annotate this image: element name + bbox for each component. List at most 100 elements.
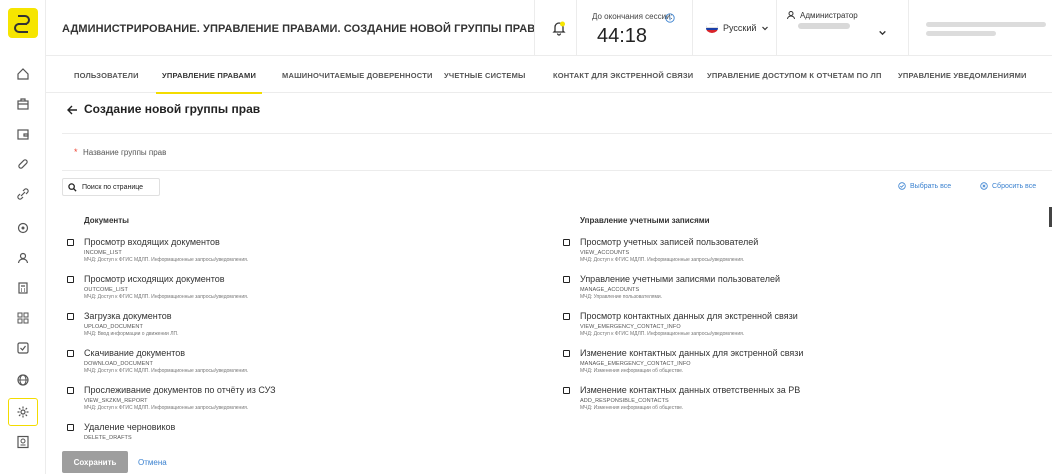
permission-code: ADD_RESPONSIBLE_CONTACTS bbox=[580, 398, 669, 404]
permission-checkbox[interactable] bbox=[563, 239, 570, 246]
permission-checkbox[interactable] bbox=[563, 313, 570, 320]
header-divider bbox=[776, 0, 777, 56]
globe-icon[interactable] bbox=[13, 370, 33, 390]
permission-code: VIEW_ACCOUNTS bbox=[580, 250, 630, 256]
permission-name: Удаление черновиков bbox=[84, 422, 176, 432]
passport-icon[interactable] bbox=[13, 432, 33, 452]
chevron-down-icon[interactable] bbox=[878, 24, 887, 36]
select-all-label: Выбрать все bbox=[910, 182, 952, 190]
user-icon bbox=[787, 11, 795, 20]
permission-description: МЧД: Управление пользователями. bbox=[580, 294, 663, 300]
tab-rights-management[interactable]: УПРАВЛЕНИЕ ПРАВАМИ bbox=[155, 57, 263, 94]
language-select[interactable]: Русский bbox=[706, 23, 769, 33]
language-label: Русский bbox=[723, 23, 757, 33]
header-divider bbox=[692, 0, 693, 56]
clear-circle-icon bbox=[980, 182, 988, 190]
session-label: До окончания сессии: bbox=[592, 12, 673, 21]
group-name-placeholder: Название группы прав bbox=[83, 148, 167, 157]
calculator-icon[interactable] bbox=[13, 278, 33, 298]
permission-checkbox[interactable] bbox=[67, 239, 74, 246]
admin-tabs: ПОЛЬЗОВАТЕЛИ УПРАВЛЕНИЕ ПРАВАМИ МАШИНОЧИ… bbox=[46, 57, 1052, 94]
documents-section-title: Документы bbox=[84, 216, 129, 225]
user-menu[interactable]: Администратор bbox=[786, 10, 858, 29]
permission-description: МЧД: Доступ к ФГИС МДЛП. Информационные … bbox=[84, 405, 249, 411]
permission-checkbox[interactable] bbox=[563, 350, 570, 357]
tab-users[interactable]: ПОЛЬЗОВАТЕЛИ bbox=[74, 57, 139, 93]
russia-flag-icon bbox=[706, 23, 718, 33]
tab-machine-readable-powers[interactable]: МАШИНОЧИТАЕМЫЕ ДОВЕРЕННОСТИ bbox=[282, 57, 433, 93]
permission-code: MANAGE_ACCOUNTS bbox=[580, 287, 640, 293]
user-icon[interactable] bbox=[13, 248, 33, 268]
permission-name: Просмотр входящих документов bbox=[84, 237, 220, 247]
select-all-button[interactable]: Выбрать все bbox=[898, 182, 951, 190]
permission-code: UPLOAD_DOCUMENT bbox=[84, 324, 143, 330]
header-divider bbox=[576, 0, 577, 56]
permission-name: Изменение контактных данных для экстренн… bbox=[580, 348, 804, 358]
checkbox-square-icon[interactable] bbox=[13, 338, 33, 358]
content-title: Создание новой группы прав bbox=[84, 102, 261, 116]
permission-description: МЧД: Доступ к ФГИС МДЛП. Информационные … bbox=[84, 294, 249, 300]
search-label: Поиск по странице bbox=[82, 183, 144, 191]
target-icon[interactable] bbox=[13, 218, 33, 238]
logo-icon bbox=[14, 15, 30, 33]
permission-code: MANAGE_EMERGENCY_CONTACT_INFO bbox=[580, 361, 691, 367]
permission-name: Изменение контактных данных ответственны… bbox=[580, 385, 801, 395]
settings-icon[interactable] bbox=[8, 398, 38, 426]
permission-code: DELETE_DRAFTS bbox=[84, 435, 132, 441]
permission-checkbox[interactable] bbox=[563, 276, 570, 283]
home-icon[interactable] bbox=[13, 64, 33, 84]
user-role: Администратор bbox=[800, 10, 858, 20]
permission-code: OUTCOME_LIST bbox=[84, 287, 128, 293]
permission-name: Просмотр контактных данных для экстренно… bbox=[580, 311, 798, 321]
header-divider bbox=[908, 0, 909, 56]
notification-bell-icon[interactable] bbox=[551, 20, 567, 36]
tab-emergency-contact[interactable]: КОНТАКТ ДЛЯ ЭКСТРЕННОЙ СВЯЗИ bbox=[553, 57, 693, 93]
info-icon[interactable] bbox=[665, 10, 675, 23]
permission-description: МЧД: Доступ к ФГИС МДЛП. Информационные … bbox=[84, 368, 249, 374]
briefcase-icon[interactable] bbox=[13, 94, 33, 114]
permission-name: Скачивание документов bbox=[84, 348, 186, 358]
save-button[interactable]: Сохранить bbox=[62, 451, 128, 473]
permission-code: DOWNLOAD_DOCUMENT bbox=[84, 361, 153, 367]
reset-all-label: Сбросить все bbox=[992, 182, 1037, 190]
tab-report-access[interactable]: УПРАВЛЕНИЕ ДОСТУПОМ К ОТЧЕТАМ ПО ЛП bbox=[707, 57, 882, 93]
permission-checkbox[interactable] bbox=[67, 313, 74, 320]
cancel-link[interactable]: Отмена bbox=[138, 458, 167, 467]
app-logo[interactable] bbox=[8, 8, 38, 38]
permission-name: Прослеживание документов по отчёту из СУ… bbox=[84, 385, 276, 395]
header: АДМИНИСТРИРОВАНИЕ. УПРАВЛЕНИЕ ПРАВАМИ. С… bbox=[46, 0, 1052, 56]
required-asterisk: * bbox=[74, 147, 78, 157]
grid-icon[interactable] bbox=[13, 308, 33, 328]
permission-checkbox[interactable] bbox=[67, 276, 74, 283]
permission-code: VIEW_EMERGENCY_CONTACT_INFO bbox=[580, 324, 681, 330]
wallet-icon[interactable] bbox=[13, 124, 33, 144]
page-title: АДМИНИСТРИРОВАНИЕ. УПРАВЛЕНИЕ ПРАВАМИ. С… bbox=[62, 23, 536, 35]
organization-redacted[interactable] bbox=[926, 22, 1046, 40]
tab-accounting-systems[interactable]: УЧЕТНЫЕ СИСТЕМЫ bbox=[444, 57, 526, 93]
permission-name: Управление учетными записями пользовател… bbox=[580, 274, 780, 284]
user-name-redacted bbox=[798, 23, 850, 29]
permission-name: Загрузка документов bbox=[84, 311, 172, 321]
app-root: АДМИНИСТРИРОВАНИЕ. УПРАВЛЕНИЕ ПРАВАМИ. С… bbox=[0, 0, 1052, 474]
permission-description: МЧД: Ввод информации о движении ЛП. bbox=[84, 331, 179, 337]
back-arrow-icon[interactable] bbox=[66, 103, 78, 115]
permission-code: INCOME_LIST bbox=[84, 250, 122, 256]
permission-description: МЧД: Доступ к ФГИС МДЛП. Информационные … bbox=[84, 257, 249, 263]
sidebar bbox=[0, 0, 46, 474]
pill-icon[interactable] bbox=[13, 154, 33, 174]
search-icon bbox=[68, 182, 77, 192]
link-icon[interactable] bbox=[13, 184, 33, 204]
permission-description: МЧД: Изменения информации об обществе. bbox=[580, 405, 684, 411]
group-name-field[interactable]: * Название группы прав bbox=[62, 133, 1052, 171]
page-search-button[interactable]: Поиск по странице bbox=[62, 178, 160, 196]
reset-all-button[interactable]: Сбросить все bbox=[980, 182, 1036, 190]
permission-checkbox[interactable] bbox=[67, 350, 74, 357]
accounts-section-title: Управление учетными записями bbox=[580, 216, 710, 225]
permission-checkbox[interactable] bbox=[67, 424, 74, 431]
permission-description: МЧД: Доступ к ФГИС МДЛП. Информационные … bbox=[580, 331, 745, 337]
permission-checkbox[interactable] bbox=[563, 387, 570, 394]
permission-description: МЧД: Доступ к ФГИС МДЛП. Информационные … bbox=[580, 257, 745, 263]
tab-notifications[interactable]: УПРАВЛЕНИЕ УВЕДОМЛЕНИЯМИ bbox=[898, 57, 1027, 93]
chevron-down-icon bbox=[762, 26, 769, 31]
permission-checkbox[interactable] bbox=[67, 387, 74, 394]
